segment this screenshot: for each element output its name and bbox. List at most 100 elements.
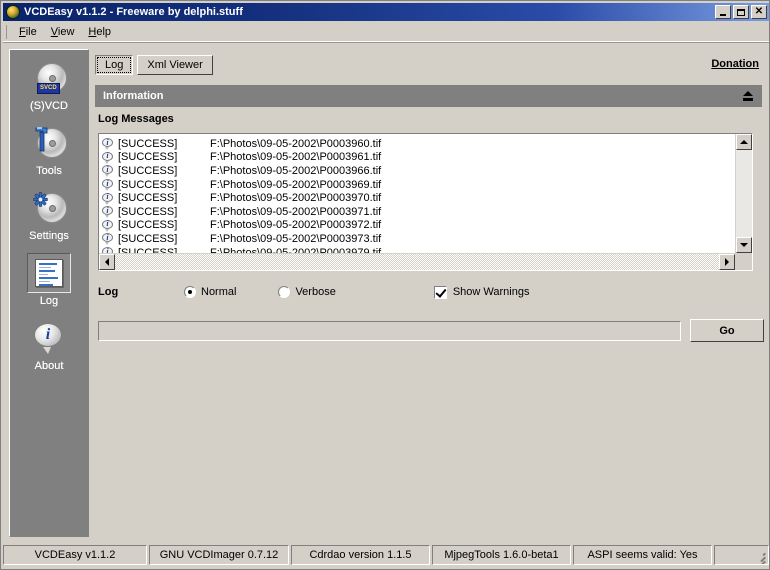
information-header-label: Information [103,90,164,102]
log-row-path: F:\Photos\09-05-2002\P0003970.tif [210,192,382,205]
hammer-icon [35,127,48,152]
sidebar-icon-settings-wrap [27,188,71,228]
svcd-badge-label: SVCD [37,83,60,94]
vertical-scrollbar[interactable] [735,134,752,253]
log-row-status: [SUCCESS] [118,178,178,191]
resize-grip-icon[interactable] [754,550,766,564]
horizontal-scrollbar[interactable] [99,253,735,270]
log-row-status: [SUCCESS] [118,205,178,218]
log-row[interactable]: i [SUCCESS] F:\Photos\09-05-2002\P0003973.… [102,232,735,246]
log-row[interactable]: i [SUCCESS] F:\Photos\09-05-2002\P0003979.… [102,246,735,253]
status-bar: VCDEasy v1.1.2 GNU VCDImager 0.7.12 Cdrd… [3,545,769,565]
info-bubble-icon: i [102,151,113,164]
sidebar-item-log[interactable]: Log [10,253,88,307]
menu-help[interactable]: Help [81,24,118,40]
radio-verbose-label: Verbose [295,286,336,298]
menu-bar: File View Help [3,22,769,41]
info-bubble-icon: i [102,179,113,192]
sidebar-icon-log-wrap [27,253,71,293]
tab-xml-viewer[interactable]: Xml Viewer [137,55,213,75]
menu-file[interactable]: File [12,24,44,40]
log-options-label: Log [98,286,119,298]
info-bubble-icon: i [102,165,113,178]
log-messages-label: Log Messages [98,113,174,125]
sidebar-icon-tools-wrap [27,123,71,163]
radio-normal-label: Normal [201,286,237,298]
log-row-path: F:\Photos\09-05-2002\P0003971.tif [210,205,382,218]
log-row[interactable]: i [SUCCESS] F:\Photos\09-05-2002\P0003970.… [102,191,735,205]
eject-icon[interactable] [743,91,754,101]
window-controls: ✕ [715,5,767,19]
donation-link[interactable]: Donation [711,58,759,70]
menu-file-rest: ile [25,25,37,38]
log-row-path: F:\Photos\09-05-2002\P0003966.tif [210,164,382,177]
sidebar-item-about[interactable]: i About [10,318,88,372]
tools-disc-icon [30,126,68,160]
checkbox-show-warnings[interactable]: Show Warnings [433,285,530,299]
gear-icon [33,192,48,207]
sidebar-item-svcd[interactable]: SVCD (S)VCD [10,58,88,112]
scroll-down-button[interactable] [736,237,752,253]
sidebar: SVCD (S)VCD Tools Settings Log i About [9,49,89,537]
log-row-path: F:\Photos\09-05-2002\P0003969.tif [210,178,382,191]
tab-log-label: Log [105,59,124,71]
log-row-path: F:\Photos\09-05-2002\P0003972.tif [210,219,382,232]
sidebar-icon-svcd-wrap: SVCD [27,58,71,98]
sidebar-label-log: Log [39,295,59,307]
radio-normal[interactable]: Normal [184,286,236,298]
log-row-path: F:\Photos\09-05-2002\P0003960.tif [210,137,382,150]
menu-help-rest: elp [96,25,112,38]
radio-normal-indicator[interactable] [184,286,196,298]
log-row-status: [SUCCESS] [118,232,178,245]
app-icon [6,5,20,19]
scrollbar-corner [735,253,752,270]
sidebar-item-tools[interactable]: Tools [10,123,88,177]
tab-xml-viewer-label: Xml Viewer [147,59,203,71]
scroll-left-button[interactable] [99,254,115,270]
info-bubble-icon: i [102,219,113,232]
info-bubble-icon: i [102,206,113,219]
scroll-up-button[interactable] [736,134,752,150]
log-row[interactable]: i [SUCCESS] F:\Photos\09-05-2002\P0003971.… [102,205,735,219]
sidebar-item-settings[interactable]: Settings [10,188,88,242]
tab-log[interactable]: Log [95,55,134,75]
sidebar-label-tools: Tools [36,165,62,177]
log-row[interactable]: i [SUCCESS] F:\Photos\09-05-2002\P0003961.… [102,151,735,165]
log-row[interactable]: i [SUCCESS] F:\Photos\09-05-2002\P0003972.… [102,219,735,233]
close-button[interactable]: ✕ [751,5,767,19]
log-row-status: [SUCCESS] [118,192,178,205]
information-header-bar: Information [95,85,762,107]
menu-view[interactable]: View [44,24,82,40]
menu-divider [3,41,769,43]
settings-disc-icon [30,191,68,225]
radio-verbose[interactable]: Verbose [278,286,336,298]
log-row-status: [SUCCESS] [118,151,178,164]
info-bubble-icon: i [102,138,113,151]
log-row-status: [SUCCESS] [118,137,178,150]
svcd-disc-icon: SVCD [30,61,68,95]
log-row-status: [SUCCESS] [118,164,178,177]
log-row[interactable]: i [SUCCESS] F:\Photos\09-05-2002\P0003966.… [102,164,735,178]
checkbox-show-warnings-label: Show Warnings [452,286,530,298]
log-messages-listbox[interactable]: i [SUCCESS] F:\Photos\09-05-2002\P0003960.… [98,133,753,271]
tab-strip: Log Xml Viewer [95,54,217,75]
info-bubble-icon: i [102,192,113,205]
maximize-button[interactable] [733,5,749,19]
about-info-icon: i [34,323,64,354]
checkbox-show-warnings-indicator[interactable] [433,285,447,299]
status-panel-aspi: ASPI seems valid: Yes [573,545,712,565]
minimize-button[interactable] [715,5,731,19]
scroll-right-button[interactable] [719,254,735,270]
status-panel-mjpegtools: MjpegTools 1.6.0-beta1 [432,545,571,565]
sidebar-label-about: About [34,360,64,372]
log-options-row: Log Normal Verbose Show Warnings [98,281,753,303]
radio-verbose-indicator[interactable] [278,286,291,298]
go-button[interactable]: Go [690,319,764,342]
log-row-status: [SUCCESS] [118,219,178,232]
log-rows-container: i [SUCCESS] F:\Photos\09-05-2002\P0003960.… [99,134,735,253]
info-bubble-icon: i [102,233,113,246]
log-row[interactable]: i [SUCCESS] F:\Photos\09-05-2002\P0003960.… [102,137,735,151]
log-row[interactable]: i [SUCCESS] F:\Photos\09-05-2002\P0003969.… [102,178,735,192]
vcdeasy-window: VCDEasy v1.1.2 - Freeware by delphi.stuf… [0,0,770,570]
window-title: VCDEasy v1.1.2 - Freeware by delphi.stuf… [24,6,243,18]
